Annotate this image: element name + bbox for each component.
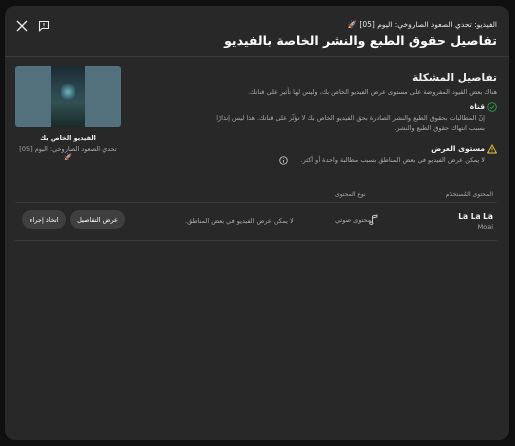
channel-line-1: إنّ المطالبات بحقوق الطبع والنشر الصادرة…	[216, 114, 485, 122]
info-icon[interactable]	[279, 156, 288, 165]
channel-line-2: بسبب انتهاك حقوق الطبع والنشر.	[394, 124, 485, 132]
visibility-line-1: لا يمكن عرض الفيديو في بعض المناطق بسبب …	[300, 156, 485, 164]
claim-content-type: محتوى صوتي	[335, 216, 372, 224]
take-action-button[interactable]: اتخاذ إجراء	[22, 210, 66, 229]
claim-impact: لا يمكن عرض الفيديو في بعض المناطق.	[185, 217, 294, 225]
feedback-button[interactable]	[34, 16, 54, 36]
header-content-type: نوع المحتوى	[335, 191, 366, 198]
thumbnail-caption-video: تحدي الصعود الصاروخي: اليوم [05] 🚀	[19, 145, 117, 161]
claim-song-title: La La La	[458, 212, 493, 221]
table-row-divider	[15, 240, 497, 241]
visibility-title: مستوى العرض	[431, 144, 485, 153]
channel-title: قناة	[469, 102, 485, 111]
copyright-dialog: الفيديو: تحدي الصعود الصاروخي: اليوم [05…	[5, 6, 509, 440]
issue-description: هناك بعض القيود المفروضة على مستوى عرض ا…	[247, 88, 497, 96]
feedback-icon	[38, 20, 50, 32]
warning-icon	[487, 144, 497, 154]
view-details-button[interactable]: عرض التفاصيل	[70, 210, 125, 229]
issue-details-title: تفاصيل المشكلة	[412, 72, 497, 84]
video-title-line: الفيديو: تحدي الصعود الصاروخي: اليوم [05…	[347, 20, 497, 29]
thumbnail-caption-title: الفيديو الخاص بك	[40, 134, 96, 142]
header-divider	[5, 56, 509, 57]
dialog-title: تفاصيل حقوق الطبع والنشر الخاصة بالفيديو	[224, 33, 497, 48]
header-claimed-content: المحتوى المُستخدَم	[445, 191, 493, 198]
claim-artist: Moai	[477, 223, 493, 231]
check-circle-icon	[487, 102, 497, 112]
table-header-divider	[15, 202, 497, 203]
close-button[interactable]	[12, 16, 32, 36]
thumbnail-image	[51, 66, 85, 127]
close-icon	[16, 20, 28, 32]
video-thumbnail[interactable]	[15, 66, 121, 127]
